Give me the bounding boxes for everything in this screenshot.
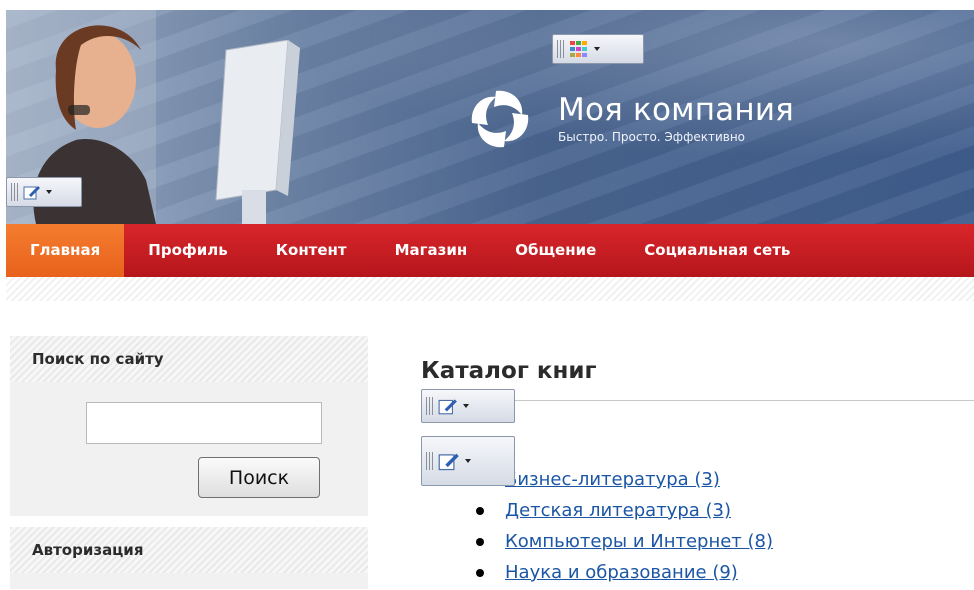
list-item: Детская литература (3) [476, 497, 773, 528]
company-logo-icon[interactable] [469, 88, 531, 150]
category-list: Бизнес-литература (3) Детская литература… [476, 466, 773, 590]
chevron-down-icon [465, 459, 471, 463]
category-link[interactable]: Детская литература (3) [505, 500, 731, 521]
drag-handle-icon[interactable] [11, 183, 18, 201]
nav-item-home[interactable]: Главная [6, 224, 125, 277]
edit-icon [438, 453, 459, 471]
page-title: Каталог книг [421, 358, 597, 384]
nav-item-shop[interactable]: Магазин [371, 224, 492, 277]
main-navigation: Главная Профиль Контент Магазин Общение … [6, 224, 974, 277]
search-input[interactable] [86, 402, 322, 444]
drag-handle-icon[interactable] [557, 40, 564, 58]
header-layout-toolbar[interactable] [552, 34, 644, 64]
title-edit-toolbar[interactable] [421, 389, 515, 423]
search-button[interactable]: Поиск [198, 457, 320, 498]
category-link[interactable]: Наука и образование (9) [505, 562, 738, 583]
drag-handle-icon[interactable] [426, 397, 433, 415]
auth-panel-title: Авторизация [10, 527, 368, 573]
nav-item-communication[interactable]: Общение [491, 224, 620, 277]
brand-block: Моя компания Быстро. Просто. Эффективно [558, 92, 794, 144]
nav-item-content[interactable]: Контент [252, 224, 371, 277]
edit-icon [23, 186, 40, 200]
category-link[interactable]: Бизнес-литература (3) [505, 469, 720, 490]
edit-icon [438, 399, 457, 415]
company-name[interactable]: Моя компания [558, 92, 794, 128]
layout-grid-icon [570, 41, 587, 57]
list-item: Бизнес-литература (3) [476, 466, 773, 497]
auth-panel [10, 573, 368, 589]
list-item: Компьютеры и Интернет (8) [476, 528, 773, 559]
list-item: Наука и образование (9) [476, 559, 773, 590]
header-edit-toolbar[interactable] [6, 177, 82, 207]
nav-item-profile[interactable]: Профиль [124, 224, 251, 277]
chevron-down-icon [463, 404, 469, 408]
category-link[interactable]: Компьютеры и Интернет (8) [505, 531, 773, 552]
chevron-down-icon [46, 190, 52, 194]
header-monitor-image [215, 40, 300, 224]
search-panel-title: Поиск по сайту [10, 336, 368, 382]
nav-divider-stripe [6, 277, 974, 301]
list-edit-toolbar[interactable] [421, 436, 515, 486]
company-slogan: Быстро. Просто. Эффективно [558, 130, 746, 144]
drag-handle-icon[interactable] [426, 452, 433, 470]
chevron-down-icon [594, 47, 600, 51]
nav-item-social-network[interactable]: Социальная сеть [620, 224, 814, 277]
site-header: Моя компания Быстро. Просто. Эффективно [6, 10, 974, 224]
